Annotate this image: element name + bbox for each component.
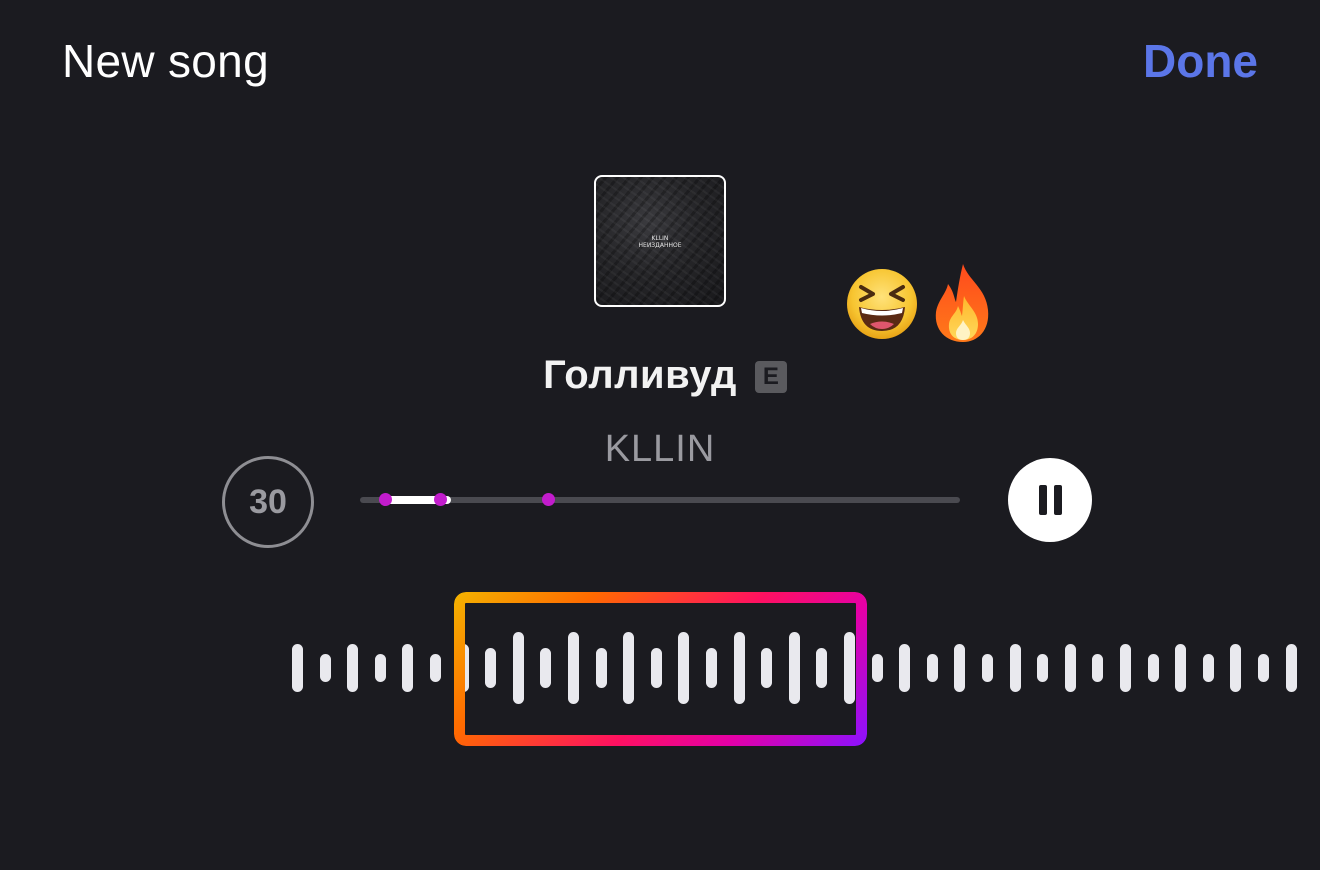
page-title: New song [62, 35, 269, 87]
clip-end-marker [434, 493, 447, 506]
playhead-marker[interactable] [542, 493, 555, 506]
waveform-bar [1037, 654, 1048, 682]
playback-progress-bar[interactable] [360, 493, 960, 506]
waveform-bar [982, 654, 993, 682]
pause-icon-bar [1053, 485, 1062, 515]
done-button[interactable]: Done [1143, 34, 1258, 88]
song-title-row: Голливуд E [0, 353, 1320, 398]
clip-start-marker [379, 493, 392, 506]
pause-icon [1038, 485, 1047, 515]
song-title: Голливуд [543, 353, 737, 397]
waveform-bar [1092, 654, 1103, 682]
waveform-bar [1148, 654, 1159, 682]
waveform-bar [402, 644, 413, 692]
waveform-bar [375, 654, 386, 682]
explicit-badge: E [754, 360, 787, 393]
clip-selection-frame[interactable] [454, 592, 867, 746]
artist-name: KLLIN [604, 428, 716, 470]
grinning-squinting-face-icon[interactable] [845, 267, 919, 341]
waveform-bar [1258, 654, 1269, 682]
waveform-bar [899, 644, 910, 692]
waveform-bar [320, 654, 331, 682]
clip-duration-button[interactable]: 30 [222, 456, 314, 548]
waveform-bar [1230, 644, 1241, 692]
waveform-bar [347, 644, 358, 692]
waveform-bar [872, 654, 883, 682]
waveform-bar [1120, 644, 1131, 692]
waveform-bar [1203, 654, 1214, 682]
waveform-bar [1175, 644, 1186, 692]
pause-button[interactable] [1008, 458, 1092, 542]
waveform-bar [1286, 644, 1297, 692]
waveform-bar [1010, 644, 1021, 692]
waveform-bar [927, 654, 938, 682]
song-picker-screen: New song Done KLLIN НЕИЗДАННОЕ Голливуд … [0, 0, 1320, 870]
waveform-bar [292, 644, 303, 692]
fire-icon[interactable] [928, 262, 998, 344]
album-art: KLLIN НЕИЗДАННОЕ [594, 175, 726, 307]
waveform-bar [1065, 644, 1076, 692]
album-art-text: KLLIN НЕИЗДАННОЕ [596, 235, 724, 249]
album-art-title: НЕИЗДАННОЕ [638, 242, 682, 249]
waveform-bar [954, 644, 965, 692]
waveform-bar [430, 654, 441, 682]
album-art-artist: KLLIN [651, 235, 669, 242]
